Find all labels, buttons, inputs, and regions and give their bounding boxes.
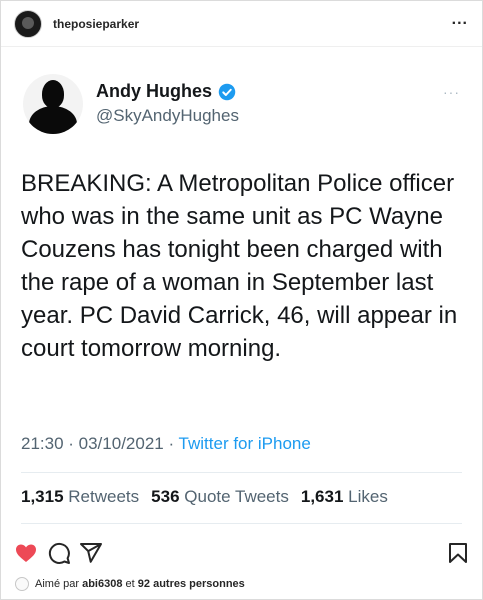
divider: [21, 523, 462, 524]
tweet-author-name: Andy Hughes: [96, 81, 236, 102]
heart-icon[interactable]: [14, 541, 38, 565]
liker-username[interactable]: abi6308: [82, 578, 122, 590]
profile-avatar[interactable]: [14, 10, 42, 38]
likes-summary[interactable]: Aimé par abi6308 et 92 autres personnes: [15, 577, 245, 591]
post-actions: [1, 541, 482, 569]
verified-badge-icon: [218, 83, 236, 100]
tweet-author-handle: @SkyAndyHughes: [96, 106, 239, 125]
tweet-text: BREAKING: A Metropolitan Police officer …: [21, 170, 458, 362]
stat-quote-tweets: 536 Quote Tweets: [151, 487, 289, 506]
send-icon[interactable]: [79, 541, 103, 565]
more-options-icon[interactable]: ...: [452, 11, 468, 29]
stat-retweets: 1,315 Retweets: [21, 487, 140, 506]
liker-avatar: [15, 577, 29, 591]
tweet-stats: 1,315 Retweets 536 Quote Tweets 1,631 Li…: [21, 487, 388, 507]
tweet-card[interactable]: Andy Hughes @SkyAndyHughes ··· BREAKING:…: [1, 48, 482, 524]
tweet-meta: 21:30 · 03/10/2021 · Twitter for iPhone: [21, 434, 311, 454]
tweet-author-name-text: Andy Hughes: [96, 81, 213, 101]
comment-icon[interactable]: [47, 541, 71, 565]
instagram-post: theposieparker ... Andy Hughes @SkyAndyH…: [0, 0, 483, 600]
bookmark-icon[interactable]: [446, 541, 470, 565]
tweet-timestamp: 21:30 · 03/10/2021 ·: [21, 434, 175, 453]
tweet-more-icon: ···: [443, 84, 460, 100]
tweet-author-avatar: [23, 74, 83, 134]
divider: [21, 472, 462, 473]
likes-text: Aimé par abi6308 et 92 autres personnes: [35, 578, 245, 590]
post-username[interactable]: theposieparker: [53, 17, 139, 31]
post-header: theposieparker ...: [1, 1, 482, 47]
tweet-source: Twitter for iPhone: [178, 434, 311, 453]
stat-likes: 1,631 Likes: [300, 487, 388, 506]
likes-others[interactable]: 92 autres personnes: [138, 578, 245, 590]
